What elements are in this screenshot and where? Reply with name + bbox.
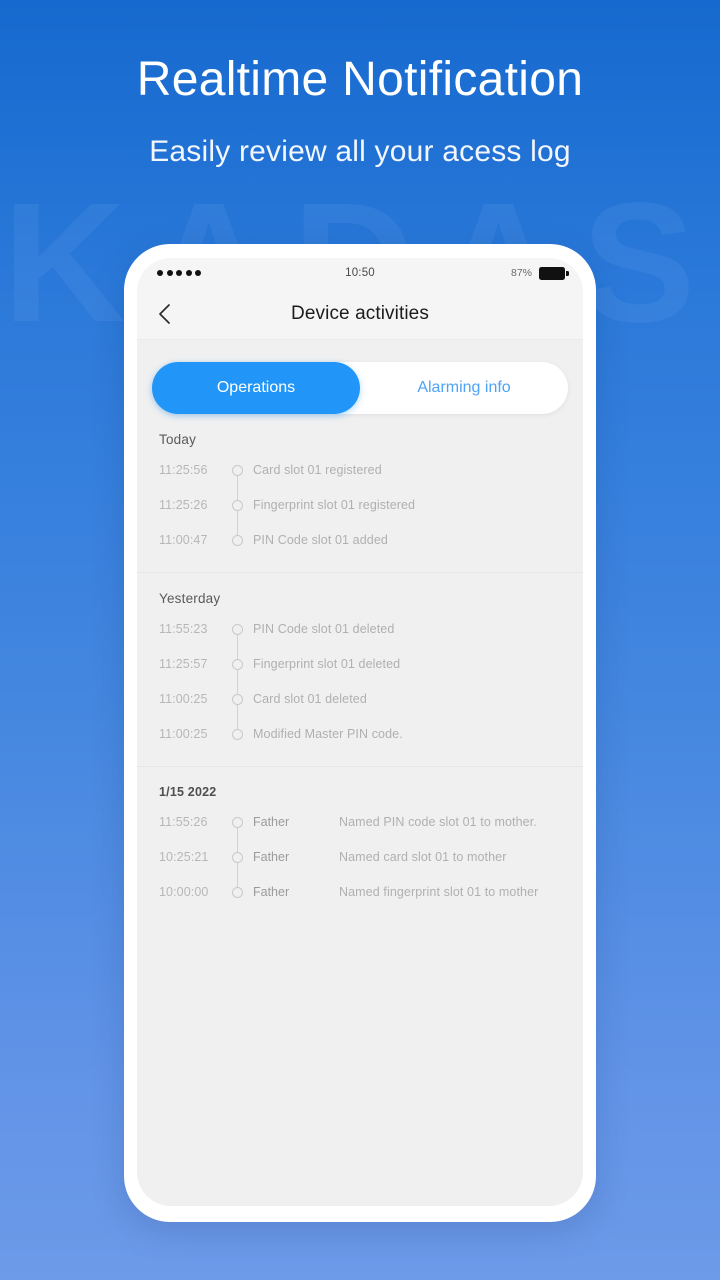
timeline-node [223, 840, 253, 875]
timeline-dot-icon [232, 535, 243, 546]
activity-rows: 11:55:23 PIN Code slot 01 deleted 11:25:57… [137, 612, 583, 766]
activity-row[interactable]: 11:25:56 Card slot 01 registered [137, 453, 583, 488]
activity-description: Fingerprint slot 01 registered [253, 498, 416, 512]
activity-description: Named PIN code slot 01 to mother. [339, 815, 537, 829]
timeline-connector-up [237, 523, 238, 535]
activity-time: 11:25:56 [159, 463, 208, 477]
phone-screen: 10:50 87% Device activities Operations A… [137, 258, 583, 1206]
timeline-node [223, 523, 253, 558]
activity-rows: 11:55:26 Father Named PIN code slot 01 to … [137, 805, 583, 924]
timeline-node [223, 453, 253, 488]
activity-section: Today 11:25:56 Card slot 01 registered 11:2… [137, 414, 583, 572]
activity-user: Father [253, 815, 290, 829]
phone-mockup-frame: 10:50 87% Device activities Operations A… [124, 244, 596, 1222]
nav-bar: Device activities [137, 288, 583, 340]
timeline-connector-down [237, 635, 238, 647]
timeline-connector-up [237, 488, 238, 500]
timeline-dot-icon [232, 500, 243, 511]
activity-section-heading: 1/15 2022 [159, 785, 217, 799]
timeline-dot-icon [232, 659, 243, 670]
tab-alarming-info-label: Alarming info [417, 379, 511, 396]
timeline-connector-down [237, 705, 238, 717]
tab-bar: Operations Alarming info [152, 362, 568, 414]
tab-alarming-info[interactable]: Alarming info [360, 362, 568, 414]
timeline-connector-up [237, 647, 238, 659]
activity-description: Card slot 01 deleted [253, 692, 367, 706]
timeline-node [223, 488, 253, 523]
activity-time: 11:55:26 [159, 815, 208, 829]
tab-bar-container: Operations Alarming info [137, 340, 583, 414]
timeline-dot-icon [232, 729, 243, 740]
activity-time: 11:25:57 [159, 657, 208, 671]
activity-description: Card slot 01 registered [253, 463, 382, 477]
activity-description: PIN Code slot 01 added [253, 533, 388, 547]
activity-description: Named card slot 01 to mother [339, 850, 507, 864]
timeline-node [223, 612, 253, 647]
activity-log-list[interactable]: Today 11:25:56 Card slot 01 registered 11:2… [137, 414, 583, 944]
timeline-connector-down [237, 476, 238, 488]
activity-time: 11:25:26 [159, 498, 208, 512]
activity-user: Father [253, 885, 290, 899]
timeline-node [223, 647, 253, 682]
timeline-connector-up [237, 717, 238, 729]
timeline-connector-down [237, 511, 238, 523]
activity-time: 11:00:25 [159, 692, 208, 706]
activity-row[interactable]: 11:25:26 Fingerprint slot 01 registered [137, 488, 583, 523]
screen-title: Device activities [291, 302, 429, 324]
timeline-dot-icon [232, 817, 243, 828]
page-subtitle: Easily review all your acess log [149, 134, 571, 168]
timeline-connector-down [237, 828, 238, 840]
timeline-node [223, 875, 253, 910]
activity-time: 11:55:23 [159, 622, 208, 636]
activity-row[interactable]: 11:00:25 Card slot 01 deleted [137, 682, 583, 717]
timeline-connector-down [237, 670, 238, 682]
activity-time: 11:00:47 [159, 533, 208, 547]
timeline-node [223, 682, 253, 717]
status-bar: 10:50 87% [137, 258, 583, 288]
activity-time: 11:00:25 [159, 727, 208, 741]
activity-time: 10:00:00 [159, 885, 209, 899]
activity-description: Modified Master PIN code. [253, 727, 403, 741]
timeline-node [223, 805, 253, 840]
activity-row[interactable]: 11:25:57 Fingerprint slot 01 deleted [137, 647, 583, 682]
activity-row[interactable]: 11:55:26 Father Named PIN code slot 01 to … [137, 805, 583, 840]
activity-row[interactable]: 10:00:00 Father Named fingerprint slot 01 … [137, 875, 583, 910]
activity-time: 10:25:21 [159, 850, 209, 864]
page-title: Realtime Notification [136, 53, 584, 106]
timeline-dot-icon [232, 465, 243, 476]
activity-section-heading: Yesterday [159, 591, 221, 606]
tab-operations[interactable]: Operations [152, 362, 360, 414]
tab-operations-label: Operations [216, 379, 296, 396]
timeline-dot-icon [232, 624, 243, 635]
battery-full-icon [539, 266, 569, 280]
activity-row[interactable]: 10:25:21 Father Named card slot 01 to moth… [137, 840, 583, 875]
activity-section: 1/15 2022 11:55:26 Father Named PIN code sl… [137, 766, 583, 924]
activity-description: PIN Code slot 01 deleted [253, 622, 395, 636]
timeline-node [223, 717, 253, 752]
activity-rows: 11:25:56 Card slot 01 registered 11:25:26 F… [137, 453, 583, 572]
activity-row[interactable]: 11:00:25 Modified Master PIN code. [137, 717, 583, 752]
timeline-connector-up [237, 840, 238, 852]
activity-section-heading: Today [159, 432, 197, 447]
timeline-dot-icon [232, 694, 243, 705]
activity-user: Father [253, 850, 290, 864]
timeline-connector-down [237, 863, 238, 875]
activity-row[interactable]: 11:55:23 PIN Code slot 01 deleted [137, 612, 583, 647]
activity-row[interactable]: 11:00:47 PIN Code slot 01 added [137, 523, 583, 558]
status-bar-clock: 10:50 [345, 267, 375, 279]
timeline-connector-up [237, 875, 238, 887]
activity-description: Named fingerprint slot 01 to mother [339, 885, 539, 899]
activity-description: Fingerprint slot 01 deleted [253, 657, 401, 671]
activity-section: Yesterday 11:55:23 PIN Code slot 01 delete… [137, 572, 583, 766]
timeline-connector-up [237, 682, 238, 694]
timeline-dot-icon [232, 887, 243, 898]
hero-banner: Realtime Notification Easily review all … [0, 0, 720, 169]
timeline-dot-icon [232, 852, 243, 863]
